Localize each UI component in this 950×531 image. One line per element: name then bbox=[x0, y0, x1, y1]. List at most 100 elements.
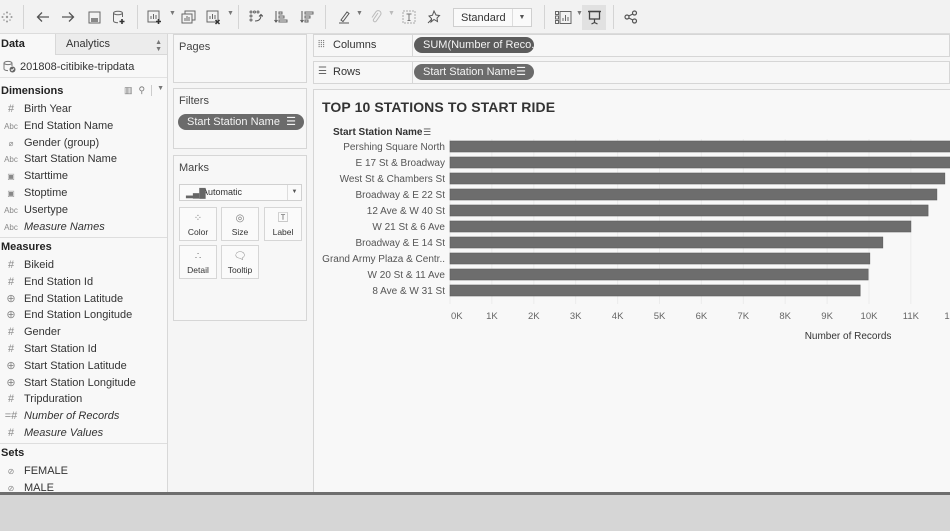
filters-title: Filters bbox=[179, 95, 209, 107]
columns-shelf[interactable]: ⦙⦙⦙ Columns SUM(Number of Reco.. bbox=[313, 34, 950, 57]
sort-ascending-icon[interactable] bbox=[272, 6, 290, 28]
group-dropdown-icon[interactable]: ▼ bbox=[388, 10, 395, 17]
field-item[interactable]: # Bikeid bbox=[0, 258, 167, 275]
field-item[interactable]: # End Station Id bbox=[0, 275, 167, 292]
swap-rows-columns-icon[interactable] bbox=[247, 6, 265, 28]
highlight-icon[interactable] bbox=[336, 6, 352, 28]
set-icon: ⊘ bbox=[7, 467, 15, 476]
field-label: End Station Longitude bbox=[24, 309, 133, 322]
category-label: E 17 St & Broadway bbox=[356, 158, 446, 169]
bar bbox=[449, 268, 869, 281]
field-item[interactable]: =# Number of Records bbox=[0, 409, 167, 426]
filter-pill-start-station-name[interactable]: Start Station Name ☰ bbox=[178, 114, 304, 130]
field-item[interactable]: Abc Start Station Name bbox=[0, 152, 167, 169]
field-item[interactable]: ⌀ Gender (group) bbox=[0, 136, 167, 153]
field-item[interactable]: # Measure Values bbox=[0, 426, 167, 443]
show-me-icon[interactable] bbox=[553, 6, 573, 28]
field-item[interactable]: ⊕ End Station Longitude bbox=[0, 308, 167, 325]
field-item[interactable]: ⊘ FEMALE bbox=[0, 464, 167, 481]
row-header-label: Start Station Name bbox=[333, 127, 423, 138]
pin-icon[interactable] bbox=[425, 6, 443, 28]
pages-title: Pages bbox=[179, 41, 211, 53]
pages-card[interactable]: Pages bbox=[173, 34, 307, 83]
marks-card: Marks ▂▄█ Automatic ▼ ⁘ Color ◎ Size 🅃 L… bbox=[173, 155, 307, 321]
x-tick-label: 4K bbox=[612, 311, 624, 322]
tab-data[interactable]: Data bbox=[0, 34, 55, 55]
columns-pill-sum-number-of-records[interactable]: SUM(Number of Reco.. bbox=[414, 37, 534, 53]
x-tick-label: 3K bbox=[570, 311, 582, 322]
view-data-icon[interactable]: ▥ bbox=[124, 85, 133, 96]
show-labels-icon[interactable] bbox=[400, 6, 418, 28]
color-button[interactable]: ⁘ Color bbox=[179, 207, 217, 241]
undo-arrow-icon[interactable] bbox=[33, 6, 53, 28]
string-abc-icon: Abc bbox=[4, 155, 18, 165]
rows-pill-label: Start Station Name bbox=[423, 66, 516, 78]
redo-arrow-icon[interactable] bbox=[58, 6, 78, 28]
tooltip-button[interactable]: 🗨 Tooltip bbox=[221, 245, 259, 279]
size-button[interactable]: ◎ Size bbox=[221, 207, 259, 241]
datetime-icon: ▣ bbox=[7, 189, 15, 198]
x-tick-label: 11K bbox=[903, 311, 920, 322]
field-label: Measure Names bbox=[24, 220, 105, 233]
chevron-down-icon[interactable]: ▼ bbox=[151, 85, 164, 96]
field-item[interactable]: # Birth Year bbox=[0, 102, 167, 119]
clear-sheet-dropdown-icon[interactable]: ▼ bbox=[227, 10, 234, 17]
tab-analytics[interactable]: Analytics ▲ ▼ bbox=[55, 34, 167, 55]
detail-label: Detail bbox=[187, 265, 209, 275]
field-item[interactable]: Abc Usertype bbox=[0, 203, 167, 220]
sort-descending-icon[interactable] bbox=[298, 6, 316, 28]
field-item[interactable]: Abc End Station Name bbox=[0, 119, 167, 136]
rows-shelf[interactable]: ☰ Rows Start Station Name ☰ bbox=[313, 61, 950, 84]
mark-type-select[interactable]: ▂▄█ Automatic ▼ bbox=[179, 184, 302, 201]
add-datasource-icon[interactable] bbox=[110, 6, 128, 28]
bar bbox=[449, 140, 950, 153]
field-item[interactable]: ▣ Starttime bbox=[0, 169, 167, 186]
datasource-item[interactable]: 201808-citibike-tripdata bbox=[0, 56, 167, 78]
new-worksheet-icon[interactable] bbox=[145, 6, 163, 28]
search-icon[interactable]: ⚲ bbox=[138, 85, 145, 96]
sets-header: Sets bbox=[0, 447, 167, 463]
rows-pill-start-station-name[interactable]: Start Station Name ☰ bbox=[414, 64, 534, 80]
new-worksheet-dropdown-icon[interactable]: ▼ bbox=[169, 10, 176, 17]
field-label: Number of Records bbox=[24, 410, 120, 423]
filters-card[interactable]: Filters Start Station Name ☰ bbox=[173, 88, 307, 149]
datasource-name: 201808-citibike-tripdata bbox=[20, 61, 135, 73]
field-item[interactable]: # Start Station Id bbox=[0, 342, 167, 359]
field-label: Start Station Id bbox=[24, 343, 97, 355]
field-label: FEMALE bbox=[24, 465, 69, 477]
save-icon[interactable] bbox=[85, 6, 103, 28]
field-label: Tripduration bbox=[24, 393, 83, 406]
field-label: Gender (group) bbox=[24, 136, 100, 149]
field-item[interactable]: ⊕ Start Station Longitude bbox=[0, 376, 167, 393]
field-label: Starttime bbox=[24, 170, 69, 183]
data-pane: Data Analytics ▲ ▼ 201808-citibike-tripda… bbox=[0, 34, 168, 494]
highlight-dropdown-icon[interactable]: ▼ bbox=[356, 10, 363, 17]
group-paperclip-icon[interactable] bbox=[368, 6, 384, 28]
field-item[interactable]: Abc Measure Names bbox=[0, 220, 167, 237]
geo-globe-icon: ⊕ bbox=[6, 376, 16, 389]
x-axis-title: Number of Records bbox=[805, 331, 892, 342]
presentation-mode-icon[interactable] bbox=[582, 5, 606, 30]
clear-sheet-icon[interactable] bbox=[204, 6, 222, 28]
duplicate-sheet-icon[interactable] bbox=[179, 6, 197, 28]
fit-select[interactable]: Standard ▼ bbox=[453, 8, 532, 27]
field-label: Measure Values bbox=[24, 427, 104, 439]
worksheet-view: TOP 10 STATIONS TO START RIDE Start Stat… bbox=[313, 89, 950, 494]
string-abc-icon: Abc bbox=[4, 205, 18, 215]
field-label: Bikeid bbox=[24, 259, 54, 271]
field-item[interactable]: ⊕ End Station Latitude bbox=[0, 292, 167, 309]
field-item[interactable]: # Tripduration bbox=[0, 392, 167, 409]
tableau-window: ▼ ▼ ▼ ▼ Standard ▼ ▼ Data Analytics ▲ ▼ … bbox=[0, 0, 950, 495]
label-button[interactable]: 🅃 Label bbox=[264, 207, 302, 241]
tableau-logo-icon[interactable] bbox=[0, 6, 14, 28]
field-item[interactable]: ▣ Stoptime bbox=[0, 186, 167, 203]
size-circles-icon: ◎ bbox=[235, 213, 245, 224]
number-icon: # bbox=[7, 326, 15, 339]
field-item[interactable]: ⊕ Start Station Latitude bbox=[0, 359, 167, 376]
share-icon[interactable] bbox=[622, 6, 640, 28]
dimensions-title: Dimensions bbox=[1, 85, 64, 97]
detail-button[interactable]: ∴ Detail bbox=[179, 245, 217, 279]
datetime-icon: ▣ bbox=[7, 172, 15, 182]
field-item[interactable]: # Gender bbox=[0, 325, 167, 342]
section-divider bbox=[0, 237, 167, 238]
